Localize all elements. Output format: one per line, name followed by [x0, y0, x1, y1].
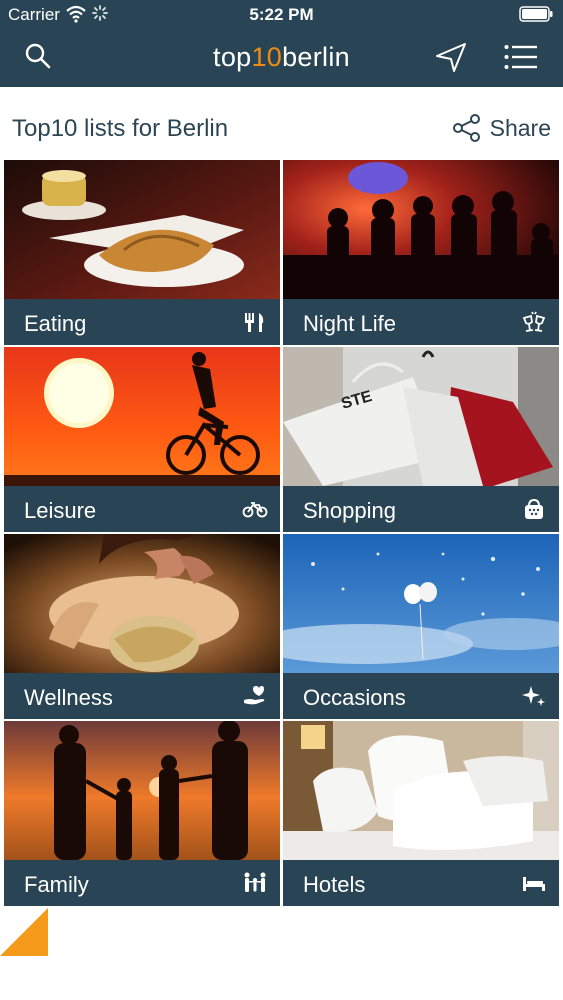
- app-header: Carrier 5:22 PM top10berlin: [0, 0, 563, 87]
- title-row: Top10 lists for Berlin Share: [0, 87, 563, 160]
- tile-label: Occasions: [303, 685, 406, 710]
- share-label: Share: [489, 114, 551, 141]
- tile-bar: Night Life: [283, 299, 559, 345]
- bicycle-icon: [242, 502, 268, 518]
- category-tile-shopping[interactable]: STE Shopping: [283, 347, 559, 532]
- menu-icon[interactable]: [504, 44, 538, 70]
- night-life-photo: [283, 160, 559, 299]
- app-logo: top10berlin: [0, 42, 563, 73]
- location-arrow-icon[interactable]: [434, 41, 468, 73]
- tile-label: Wellness: [24, 685, 113, 710]
- tile-label: Family: [24, 872, 89, 897]
- category-grid: Eating Night Life Leisure STE Shopping W…: [4, 160, 559, 907]
- status-bar: Carrier 5:22 PM: [0, 0, 563, 30]
- wellness-photo: [4, 534, 280, 673]
- tile-bar: Leisure: [4, 486, 280, 532]
- tile-label: Hotels: [303, 872, 366, 897]
- tile-bar: Wellness: [4, 673, 280, 719]
- status-time: 5:22 PM: [249, 5, 314, 24]
- tile-bar: Shopping: [283, 486, 559, 532]
- shopping-bag-icon: [525, 498, 543, 519]
- eating-photo: [4, 160, 280, 299]
- bed-icon: [523, 877, 545, 891]
- occasions-photo: [283, 534, 559, 673]
- tile-label: Shopping: [303, 498, 396, 523]
- shopping-photo: STE: [283, 347, 559, 486]
- tile-bar: Occasions: [283, 673, 559, 719]
- category-tile-hotels[interactable]: Hotels: [283, 721, 559, 906]
- page-title: Top10 lists for Berlin: [12, 115, 229, 142]
- tile-label: Night Life: [303, 311, 396, 336]
- category-tile-night-life[interactable]: Night Life: [283, 160, 559, 345]
- family-icon: [244, 872, 266, 892]
- hand-heart-icon: [244, 686, 265, 705]
- category-tile-eating[interactable]: Eating: [4, 160, 280, 345]
- category-tile-leisure[interactable]: Leisure: [4, 347, 280, 532]
- leisure-photo: [4, 347, 280, 486]
- cheers-icon: [522, 311, 546, 332]
- share-icon: [452, 114, 480, 142]
- corner-fold-icon[interactable]: [0, 908, 48, 956]
- fork-knife-icon: [245, 313, 264, 332]
- category-tile-family[interactable]: Family: [4, 721, 280, 906]
- sparkles-icon: [522, 686, 545, 706]
- family-photo: [4, 721, 280, 860]
- category-tile-occasions[interactable]: Occasions: [283, 534, 559, 719]
- share-button[interactable]: Share: [452, 111, 551, 145]
- tile-label: Eating: [24, 311, 87, 336]
- category-tile-wellness[interactable]: Wellness: [4, 534, 280, 719]
- tile-bar: Hotels: [283, 860, 559, 906]
- logo-number: 10: [251, 42, 283, 72]
- logo-prefix: top: [213, 42, 252, 72]
- tile-bar: Family: [4, 860, 280, 906]
- hotels-photo: [283, 721, 559, 860]
- tile-label: Leisure: [24, 498, 97, 523]
- battery-icon: [519, 6, 553, 22]
- tile-bar: Eating: [4, 299, 280, 345]
- logo-suffix: berlin: [282, 42, 350, 72]
